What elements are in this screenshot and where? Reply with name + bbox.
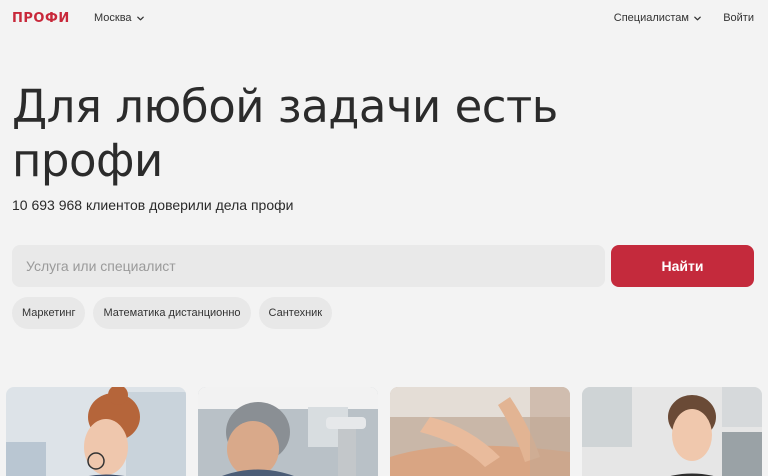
clients-count-text: 10 693 968 клиентов доверили дела профи: [12, 197, 294, 213]
chevron-down-icon: [136, 14, 145, 23]
specialists-label: Специалистам: [613, 12, 689, 24]
chevron-down-icon: [693, 14, 702, 23]
card-photo-woman-kitchen[interactable]: [582, 387, 762, 476]
chip-plumber[interactable]: Сантехник: [258, 297, 333, 329]
category-cards: [6, 387, 764, 476]
card-photo-plumber[interactable]: [198, 387, 378, 476]
login-link[interactable]: Войти: [723, 12, 754, 24]
page-title: Для любой задачи есть профи: [12, 80, 558, 187]
logo[interactable]: ПРОФИ: [12, 11, 70, 26]
header: ПРОФИ Москва Специалистам Войти: [0, 0, 768, 38]
chip-math-remote[interactable]: Математика дистанционно: [93, 297, 251, 329]
card-photo-massage[interactable]: [390, 387, 570, 476]
search-button[interactable]: Найти: [611, 245, 754, 287]
specialists-menu[interactable]: Специалистам: [614, 12, 702, 24]
card-photo-woman-glasses[interactable]: [6, 387, 186, 476]
city-selector[interactable]: Москва: [94, 12, 145, 24]
suggestion-chips: Маркетинг Математика дистанционно Сантех…: [12, 297, 333, 329]
search-input[interactable]: [12, 245, 605, 287]
city-label: Москва: [94, 12, 132, 24]
chip-marketing[interactable]: Маркетинг: [12, 297, 86, 329]
